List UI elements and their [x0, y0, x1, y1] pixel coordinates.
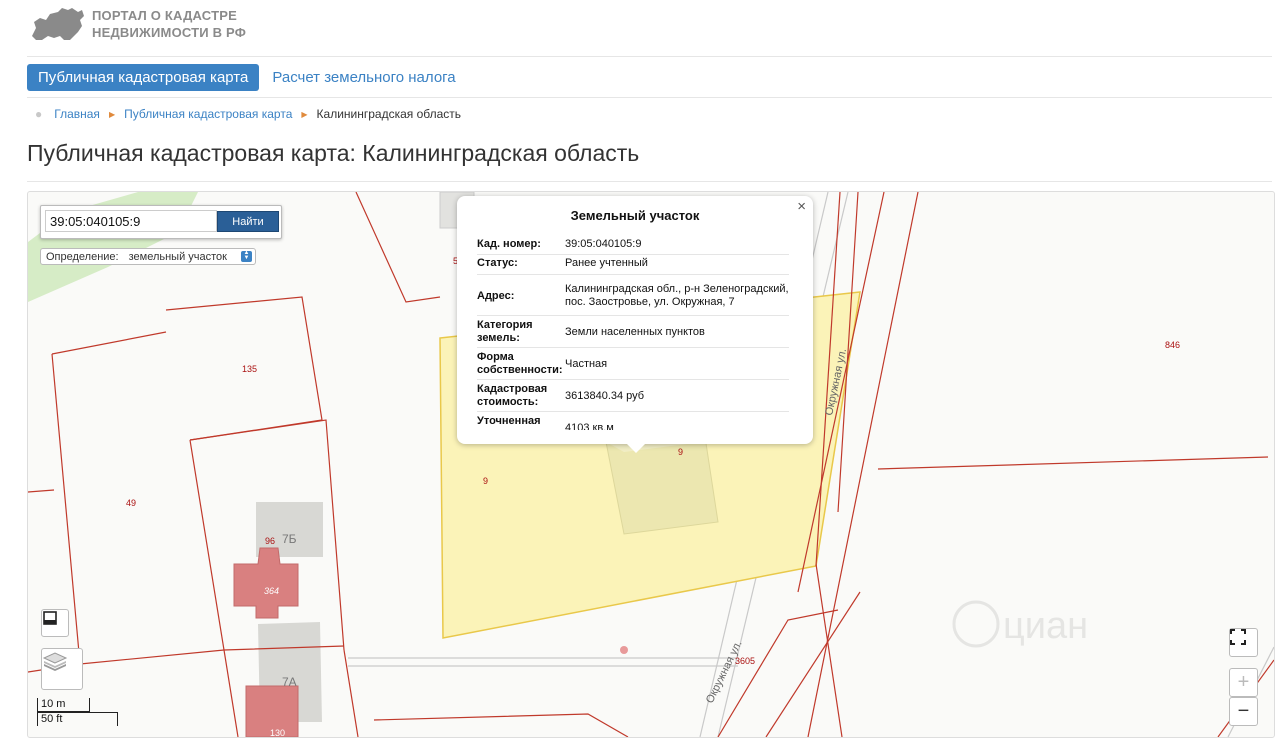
popup-title: Земельный участок	[570, 208, 700, 223]
cian-watermark: циан	[952, 600, 1088, 648]
breadcrumb-arrow-icon: ▶	[108, 109, 116, 119]
ruler-button[interactable]	[41, 609, 69, 637]
popup-pointer	[627, 444, 645, 453]
page-title: Публичная кадастровая карта: Калининград…	[27, 140, 640, 166]
main-nav: Публичная кадастровая карта Расчет земел…	[27, 64, 456, 91]
definition-label: Определение:	[46, 250, 119, 263]
parcel-label: 96	[265, 536, 275, 546]
layers-button[interactable]	[41, 648, 83, 690]
search-button[interactable]: Найти	[217, 211, 279, 232]
scale-imperial: 50 ft	[37, 712, 118, 726]
select-arrows-icon: ▲ ▼	[241, 250, 252, 262]
popup-table: Кад. номер: 39:05:040105:9 Статус: Ранее…	[477, 236, 789, 430]
nav-tab-cadastral-map[interactable]: Публичная кадастровая карта	[27, 64, 260, 91]
site-logo[interactable]: ПОРТАЛ О КАДАСТРЕ НЕДВИЖИМОСТИ В РФ	[30, 6, 246, 42]
cadastral-map[interactable]: циан 135 49 9 9 846 3605 96 364 130 5 7Б…	[27, 191, 1275, 738]
building-364	[233, 547, 299, 619]
definition-select[interactable]: Определение: земельный участок ▲ ▼	[40, 248, 256, 265]
zoom-in-button[interactable]: +	[1229, 668, 1258, 697]
parcel-info-popup: × Земельный участок Кад. номер: 39:05:04…	[457, 196, 813, 453]
popup-row: Кад. номер: 39:05:040105:9	[477, 236, 789, 255]
nav-tab-land-tax[interactable]: Расчет земельного налога	[272, 69, 455, 86]
cadastral-search-input[interactable]	[45, 210, 217, 232]
popup-row: Статус: Ранее учтенный	[477, 255, 789, 275]
breadcrumb-home[interactable]: Главная	[54, 107, 100, 121]
fullscreen-icon	[1230, 629, 1246, 645]
house-number: 7А	[282, 675, 297, 689]
scale-metric: 10 m	[37, 698, 90, 712]
zoom-out-button[interactable]: −	[1229, 697, 1258, 726]
point-marker	[620, 646, 628, 654]
russia-map-logo-icon	[32, 8, 84, 40]
location-pin-icon: ●	[35, 107, 43, 121]
popup-row-value: 4103 кв.м	[565, 421, 614, 431]
popup-row-label: Адрес:	[477, 289, 515, 302]
header-divider	[27, 56, 1272, 57]
popup-row-label: Форма собственности:	[477, 350, 563, 376]
popup-row: Категория земель: Земли населенных пункт…	[477, 316, 789, 348]
parcel-label: 9	[483, 476, 488, 486]
popup-row: Адрес: Калининградская обл., р-н Зеленог…	[477, 275, 789, 316]
fullscreen-button[interactable]	[1229, 628, 1258, 657]
parcel-label: 49	[126, 498, 136, 508]
popup-row-label: Категория земель:	[477, 318, 533, 344]
street-label: Окружная ул.	[704, 639, 745, 706]
popup-row-value: Калининградская обл., р-н Зеленоградский…	[565, 282, 789, 308]
breadcrumb-arrow-icon: ▶	[301, 109, 308, 119]
scale-bar: 10 m 50 ft	[37, 698, 118, 726]
parcel-label: 9	[678, 447, 683, 457]
popup-row-label: Уточненная площадь:	[477, 414, 541, 431]
logo-line-1: ПОРТАЛ О КАДАСТРЕ	[92, 8, 237, 23]
popup-row-value: Земли населенных пунктов	[565, 325, 705, 338]
definition-value: земельный участок	[128, 250, 227, 263]
nav-divider	[27, 97, 1272, 98]
house-number: 7Б	[282, 532, 297, 546]
parcel-label: 130	[270, 728, 285, 737]
watermark-text: циан	[1003, 605, 1088, 647]
parcel-label: 846	[1165, 340, 1180, 350]
logo-line-2: НЕДВИЖИМОСТИ В РФ	[92, 25, 247, 40]
popup-row-value: Ранее учтенный	[565, 257, 648, 269]
parcel-label: 364	[264, 586, 279, 596]
ruler-icon	[43, 611, 57, 625]
popup-row-label: Кад. номер:	[477, 238, 541, 250]
breadcrumb: ● Главная ▶ Публичная кадастровая карта …	[35, 107, 461, 121]
breadcrumb-current: Калининградская область	[316, 107, 462, 121]
popup-row: Уточненная площадь: 4103 кв.м	[477, 412, 789, 431]
title-divider	[27, 181, 1272, 182]
popup-row-value: 39:05:040105:9	[565, 238, 642, 250]
popup-row-label: Статус:	[477, 257, 518, 269]
popup-row-label: Кадастровая стоимость:	[477, 382, 548, 408]
popup-row: Форма собственности: Частная	[477, 348, 789, 380]
popup-row-value: 3613840.34 руб	[565, 389, 645, 402]
popup-row: Кадастровая стоимость: 3613840.34 руб	[477, 380, 789, 412]
parcel-label: 135	[242, 364, 257, 374]
breadcrumb-cadastral-map[interactable]: Публичная кадастровая карта	[124, 107, 292, 121]
layers-icon	[42, 652, 68, 671]
search-panel: Найти	[40, 205, 282, 239]
popup-row-value: Частная	[565, 357, 608, 370]
